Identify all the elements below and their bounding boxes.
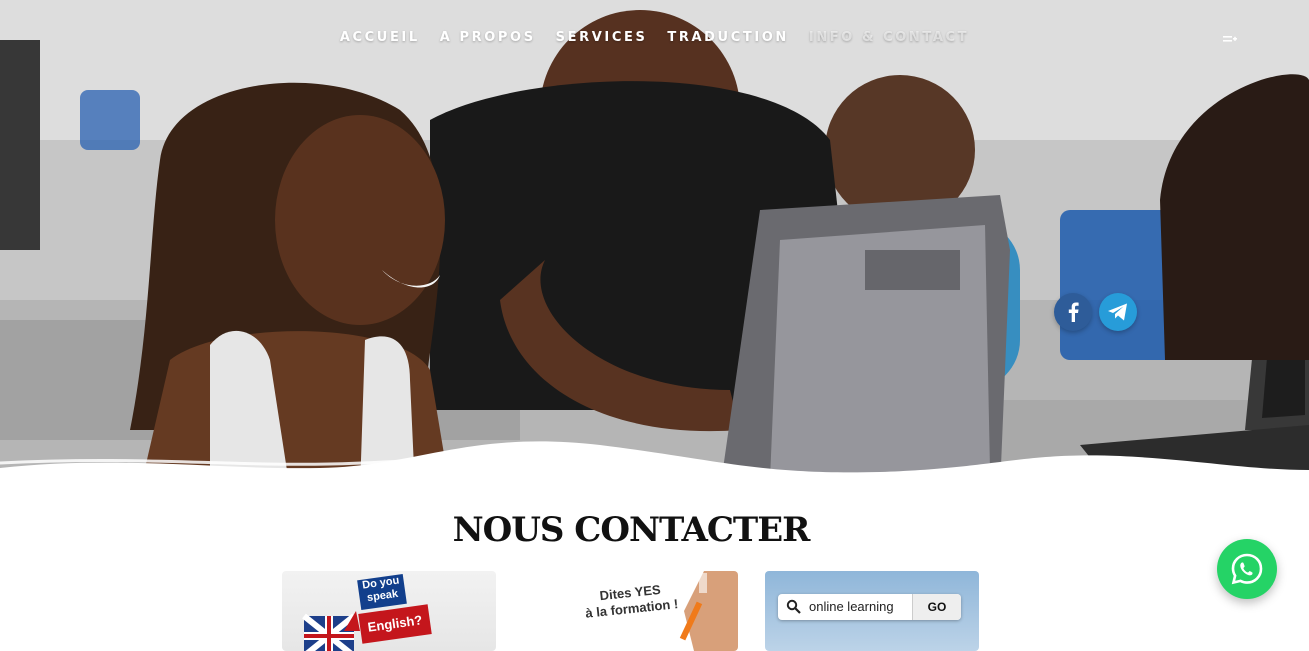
speak-badge: Do you speak xyxy=(357,573,407,611)
go-button: GO xyxy=(912,594,961,620)
menu-toggle-icon[interactable] xyxy=(1222,33,1238,47)
menu-toggle-icon-svg xyxy=(1223,36,1237,42)
search-icon xyxy=(786,599,801,614)
hero-photo xyxy=(0,0,1309,490)
hero-banner: ACCUEIL A PROPOS SERVICES TRADUCTION INF… xyxy=(0,0,1309,490)
card-online-learning[interactable]: online learning GO xyxy=(765,571,979,651)
search-text: online learning xyxy=(809,599,894,614)
hand-pen-graphic xyxy=(679,571,738,651)
nav-info-contact[interactable]: INFO & CONTACT xyxy=(809,30,969,54)
nav-traduction[interactable]: TRADUCTION xyxy=(667,30,788,54)
section-title: NOUS CONTACTER xyxy=(452,510,811,550)
whatsapp-button[interactable] xyxy=(1217,539,1277,599)
telegram-icon xyxy=(1108,303,1127,321)
facebook-button[interactable] xyxy=(1054,293,1092,331)
telegram-button[interactable] xyxy=(1099,293,1137,331)
nav-accueil[interactable]: ACCUEIL xyxy=(340,30,420,54)
nav-a-propos[interactable]: A PROPOS xyxy=(440,30,536,54)
top-navigation: ACCUEIL A PROPOS SERVICES TRADUCTION INF… xyxy=(0,30,1309,54)
card-english[interactable]: Do you speak English? xyxy=(282,571,496,651)
card-formation[interactable]: Dites YES à la formation ! xyxy=(524,571,738,651)
nav-services[interactable]: SERVICES xyxy=(556,30,648,54)
whatsapp-icon xyxy=(1231,553,1263,585)
search-bar: online learning GO xyxy=(778,594,961,620)
facebook-icon xyxy=(1068,302,1079,322)
